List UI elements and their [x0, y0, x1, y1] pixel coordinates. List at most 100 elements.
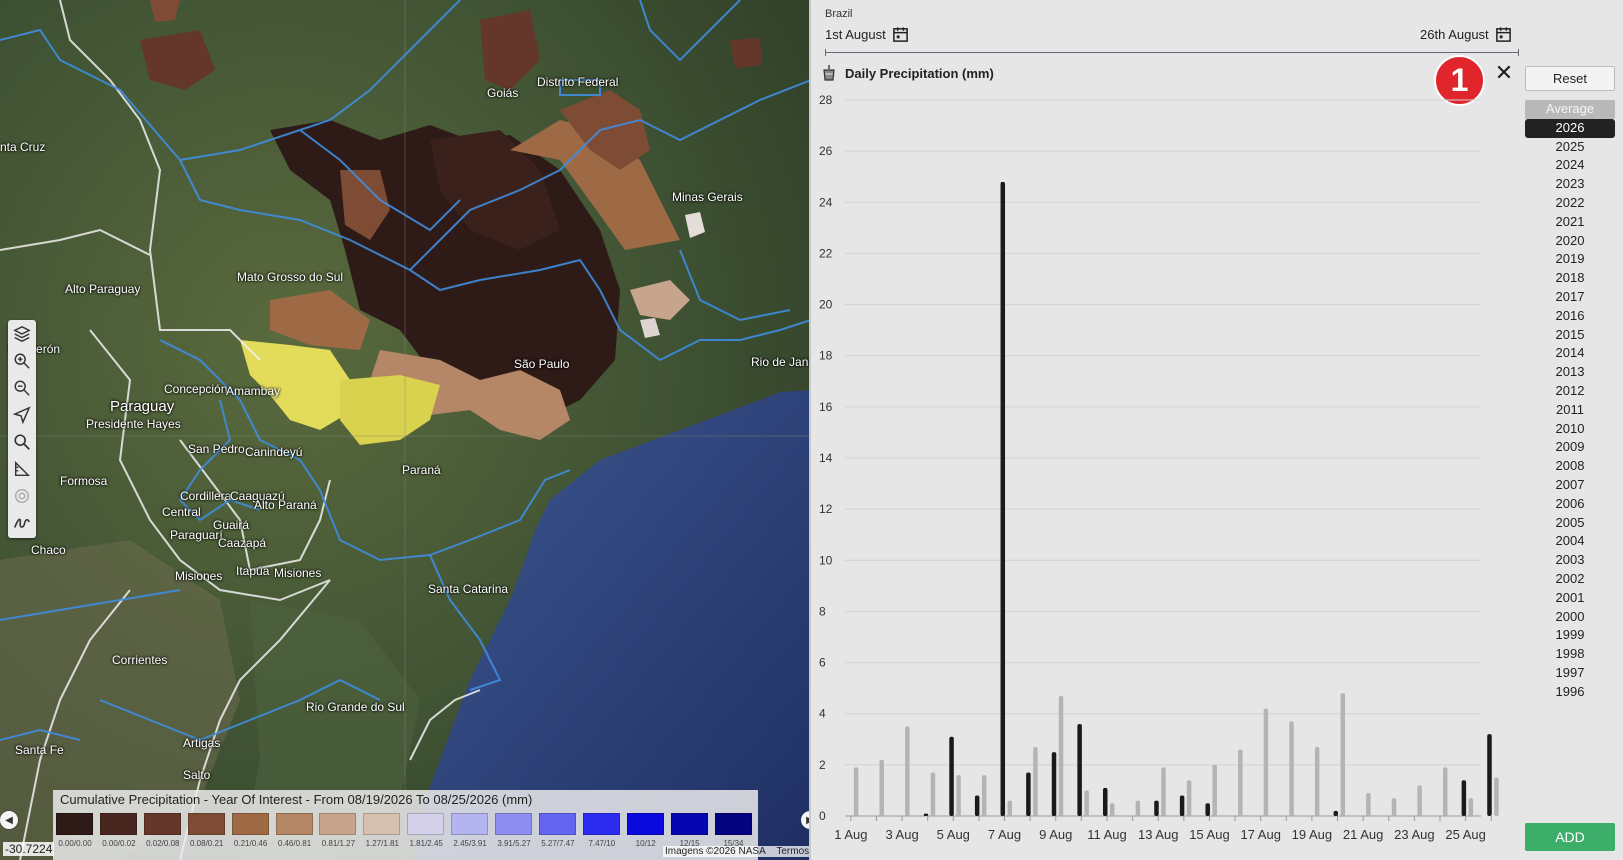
legend-swatch — [714, 813, 752, 835]
year-option-2021[interactable]: 2021 — [1525, 213, 1615, 232]
measure-icon[interactable] — [8, 455, 36, 482]
legend-range-label: 5.27/7.47 — [541, 839, 575, 848]
year-option-2010[interactable]: 2010 — [1525, 420, 1615, 439]
year-option-2025[interactable]: 2025 — [1525, 138, 1615, 157]
y-tick-label: 6 — [819, 656, 826, 670]
x-tick-label: 17 Aug — [1240, 827, 1281, 842]
legend-swatch — [407, 813, 445, 835]
add-button[interactable]: ADD — [1525, 823, 1615, 851]
draw-icon[interactable] — [8, 509, 36, 536]
start-date-value: 1st August — [825, 27, 886, 42]
year-option-1997[interactable]: 1997 — [1525, 664, 1615, 683]
map-label-paraguay: Paraguay — [110, 398, 175, 415]
date-range-start-handle[interactable] — [825, 49, 826, 56]
year-option-2003[interactable]: 2003 — [1525, 551, 1615, 570]
bar-2026 — [1154, 800, 1159, 816]
close-icon[interactable]: ✕ — [1492, 60, 1516, 85]
map-label-paraguari: Paraguarí — [170, 528, 223, 542]
bar-average — [853, 767, 859, 816]
x-tick-label: 3 Aug — [885, 827, 918, 842]
bar-average — [1340, 693, 1346, 816]
bar-average — [1417, 785, 1422, 816]
y-tick-label: 0 — [819, 809, 826, 823]
terms-link[interactable]: Termos — [776, 846, 809, 857]
year-option-2013[interactable]: 2013 — [1525, 363, 1615, 382]
year-option-2024[interactable]: 2024 — [1525, 156, 1615, 175]
navigate-icon[interactable] — [8, 401, 36, 428]
zoom-in-icon[interactable] — [8, 347, 36, 374]
bar-2026 — [1077, 723, 1082, 816]
calendar-icon[interactable] — [892, 26, 909, 43]
year-option-2008[interactable]: 2008 — [1525, 457, 1615, 476]
map-label-concepcion: Concepción — [164, 382, 228, 396]
year-option-2015[interactable]: 2015 — [1525, 326, 1615, 345]
year-option-2001[interactable]: 2001 — [1525, 589, 1615, 608]
date-range-end-handle[interactable] — [1518, 49, 1519, 56]
x-tick-label: 1 Aug — [834, 827, 867, 842]
year-option-2020[interactable]: 2020 — [1525, 232, 1615, 251]
target-icon[interactable] — [8, 482, 36, 509]
map-label-distrito-federal: Distrito Federal — [537, 75, 619, 89]
y-tick-label: 24 — [819, 195, 833, 209]
year-option-2007[interactable]: 2007 — [1525, 476, 1615, 495]
year-option-2002[interactable]: 2002 — [1525, 570, 1615, 589]
bar-average — [1058, 695, 1064, 816]
map-label-alto-paraguay: Alto Paraguay — [65, 282, 141, 296]
year-option-2004[interactable]: 2004 — [1525, 532, 1615, 551]
year-option-2005[interactable]: 2005 — [1525, 514, 1615, 533]
bar-average — [879, 759, 884, 816]
layers-icon[interactable] — [8, 320, 36, 347]
year-option-2012[interactable]: 2012 — [1525, 382, 1615, 401]
legend-title: Cumulative Precipitation - Year Of Inter… — [60, 792, 533, 807]
map-label-santa-catarina: Santa Catarina — [428, 582, 509, 596]
precipitation-legend: Cumulative Precipitation - Year Of Inter… — [53, 790, 758, 860]
x-tick-label: 19 Aug — [1292, 827, 1333, 842]
bar-average — [1033, 746, 1038, 816]
year-option-2023[interactable]: 2023 — [1525, 175, 1615, 194]
year-option-2019[interactable]: 2019 — [1525, 250, 1615, 269]
zoom-out-icon[interactable] — [8, 374, 36, 401]
year-option-2022[interactable]: 2022 — [1525, 194, 1615, 213]
map-label-cordillera: Cordillera — [180, 489, 232, 503]
map-label-mato-grosso-do-sul: Mato Grosso do Sul — [237, 270, 344, 284]
legend-swatch — [670, 813, 708, 835]
x-tick-label: 5 Aug — [937, 827, 970, 842]
reset-button[interactable]: Reset — [1525, 66, 1615, 91]
search-icon[interactable] — [8, 428, 36, 455]
y-tick-label: 22 — [819, 246, 833, 260]
legend-range-label: 10/12 — [635, 839, 656, 848]
year-option-2009[interactable]: 2009 — [1525, 438, 1615, 457]
calendar-icon[interactable] — [1495, 26, 1512, 43]
start-date-picker[interactable]: 1st August — [825, 26, 909, 43]
legend-range-label: 0.02/0.08 — [146, 839, 180, 848]
bar-average — [1442, 767, 1448, 816]
map-label-formosa: Formosa — [60, 474, 108, 488]
year-option-2018[interactable]: 2018 — [1525, 269, 1615, 288]
year-option-2006[interactable]: 2006 — [1525, 495, 1615, 514]
map-label-santa-cruz: nta Cruz — [0, 140, 46, 154]
year-option-1996[interactable]: 1996 — [1525, 683, 1615, 702]
bar-average — [1161, 767, 1166, 816]
bar-average — [905, 726, 910, 816]
year-option-1999[interactable]: 1999 — [1525, 626, 1615, 645]
bar-average — [1263, 708, 1269, 816]
map-view[interactable]: nta Cruz Alto Paraguay Mato Grosso do Su… — [0, 0, 811, 860]
map-label-itapua: Itapúa — [236, 564, 270, 578]
year-option-average[interactable]: Average — [1525, 100, 1615, 119]
end-date-picker[interactable]: 26th August — [1420, 26, 1512, 43]
year-option-2026[interactable]: 2026 — [1525, 118, 1615, 138]
map-prev-arrow-icon[interactable]: ◀ — [0, 811, 18, 829]
year-option-2016[interactable]: 2016 — [1525, 307, 1615, 326]
bar-average — [956, 775, 961, 816]
map-toolbar — [8, 320, 36, 538]
legend-swatch — [187, 813, 225, 835]
year-option-2000[interactable]: 2000 — [1525, 608, 1615, 627]
year-option-2011[interactable]: 2011 — [1525, 401, 1615, 420]
bar-2026 — [1487, 734, 1492, 816]
legend-swatch — [538, 813, 576, 835]
map-label-chaco: Chaco — [31, 543, 66, 557]
year-option-1998[interactable]: 1998 — [1525, 645, 1615, 664]
year-option-2017[interactable]: 2017 — [1525, 288, 1615, 307]
year-option-2014[interactable]: 2014 — [1525, 344, 1615, 363]
date-range-slider[interactable] — [825, 49, 1519, 56]
